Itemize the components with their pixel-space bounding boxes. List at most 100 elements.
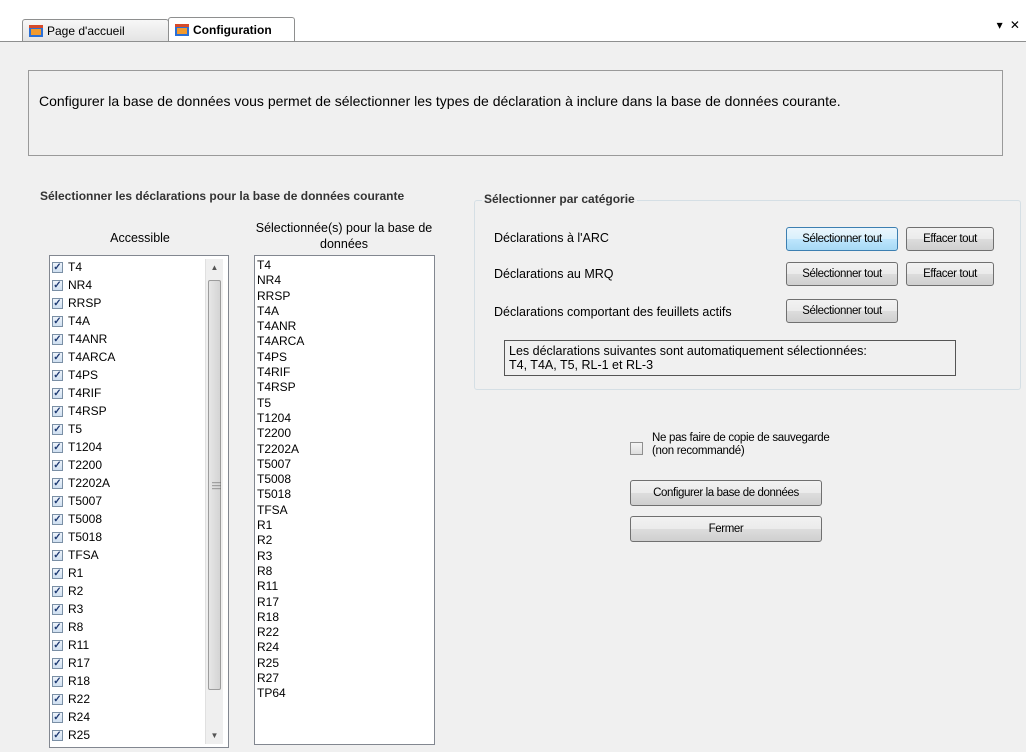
checkbox-checked-icon[interactable]: ✓ [52,477,63,489]
accessible-scrollbar[interactable]: ▲ — — — ▼ [205,259,223,744]
selected-listbox[interactable]: T4 NR4 RRSP T4A T4ANR T4ARCA T4PS T4RIF T4RSP T5 T… [254,255,435,745]
accessible-list-item[interactable]: ✓ T4A [50,312,228,330]
selected-list-item[interactable]: T5008 [255,472,434,487]
checkbox-checked-icon[interactable]: ✓ [52,423,63,435]
accessible-list-item[interactable]: ✓ TFSA [50,546,228,564]
accessible-list-item[interactable]: ✓ R2 [50,582,228,600]
checkbox-checked-icon[interactable]: ✓ [52,549,63,561]
selected-list-item[interactable]: T2202A [255,442,434,457]
selected-list-item[interactable]: R25 [255,656,434,671]
accessible-list-item[interactable]: ✓ R1 [50,564,228,582]
configure-database-button[interactable]: Configurer la base de données [630,480,822,506]
accessible-list-item[interactable]: ✓ R25 [50,726,228,744]
checkbox-checked-icon[interactable]: ✓ [52,639,63,651]
checkbox-checked-icon[interactable]: ✓ [52,297,63,309]
accessible-list-item[interactable]: ✓ T5018 [50,528,228,546]
selected-list-item[interactable]: R22 [255,625,434,640]
selected-list-item[interactable]: T4ARCA [255,334,434,349]
accessible-list-item[interactable]: ✓ T1204 [50,438,228,456]
mrq-clear-all-button[interactable]: Effacer tout [906,262,994,286]
no-backup-checkbox[interactable] [630,442,643,455]
checkbox-checked-icon[interactable]: ✓ [52,279,63,291]
checkbox-checked-icon[interactable]: ✓ [52,387,63,399]
tab-configuration[interactable]: Configuration [168,17,295,41]
accessible-list-item[interactable]: ✓ T4RSP [50,402,228,420]
checkbox-checked-icon[interactable]: ✓ [52,495,63,507]
selected-list-item[interactable]: T2200 [255,426,434,441]
selected-list-item[interactable]: T1204 [255,411,434,426]
accessible-list-item[interactable]: ✓ T5008 [50,510,228,528]
selected-list-item[interactable]: R8 [255,564,434,579]
selected-list-item[interactable]: TFSA [255,503,434,518]
selected-list-item[interactable]: R2 [255,533,434,548]
selected-list-item[interactable]: R11 [255,579,434,594]
accessible-list-item[interactable]: ✓ R3 [50,600,228,618]
selected-list-item[interactable]: T4 [255,258,434,273]
selected-list-item[interactable]: T4A [255,304,434,319]
accessible-list-item[interactable]: ✓ R8 [50,618,228,636]
arc-select-all-button[interactable]: Sélectionner tout [786,227,898,251]
accessible-list-item[interactable]: ✓ T2202A [50,474,228,492]
accessible-list-item[interactable]: ✓ T2200 [50,456,228,474]
active-slips-select-all-button[interactable]: Sélectionner tout [786,299,898,323]
checkbox-checked-icon[interactable]: ✓ [52,369,63,381]
checkbox-checked-icon[interactable]: ✓ [52,567,63,579]
accessible-list-item[interactable]: ✓ T4ARCA [50,348,228,366]
accessible-list-item[interactable]: ✓ NR4 [50,276,228,294]
selected-list-item[interactable]: NR4 [255,273,434,288]
mrq-select-all-button[interactable]: Sélectionner tout [786,262,898,286]
checkbox-checked-icon[interactable]: ✓ [52,675,63,687]
accessible-list-item[interactable]: ✓ R11 [50,636,228,654]
selected-list-item[interactable]: T5018 [255,487,434,502]
window-controls[interactable]: ▾ ✕ [997,18,1022,32]
checkbox-checked-icon[interactable]: ✓ [52,657,63,669]
scroll-thumb[interactable]: — — — [208,280,221,690]
selected-list-item[interactable]: TP64 [255,686,434,701]
checkbox-checked-icon[interactable]: ✓ [52,531,63,543]
checkbox-checked-icon[interactable]: ✓ [52,405,63,417]
arc-clear-all-button[interactable]: Effacer tout [906,227,994,251]
selected-list-item[interactable]: RRSP [255,289,434,304]
selected-list-item[interactable]: T5007 [255,457,434,472]
selected-list-item[interactable]: R17 [255,595,434,610]
scroll-up-icon[interactable]: ▲ [206,259,223,276]
checkbox-checked-icon[interactable]: ✓ [52,513,63,525]
checkbox-checked-icon[interactable]: ✓ [52,333,63,345]
selected-list-item[interactable]: R18 [255,610,434,625]
accessible-list-item[interactable]: ✓ R24 [50,708,228,726]
checkbox-checked-icon[interactable]: ✓ [52,315,63,327]
checkbox-checked-icon[interactable]: ✓ [52,585,63,597]
selected-list-item[interactable]: T4RSP [255,380,434,395]
tab-page-accueil[interactable]: Page d'accueil [22,19,169,41]
selected-list-item[interactable]: R1 [255,518,434,533]
checkbox-checked-icon[interactable]: ✓ [52,621,63,633]
selected-list-item[interactable]: R3 [255,549,434,564]
selected-list-item[interactable]: R27 [255,671,434,686]
selected-list-item[interactable]: T4RIF [255,365,434,380]
checkbox-checked-icon[interactable]: ✓ [52,603,63,615]
checkbox-checked-icon[interactable]: ✓ [52,711,63,723]
close-button[interactable]: Fermer [630,516,822,542]
selected-list-item[interactable]: T4PS [255,350,434,365]
scroll-down-icon[interactable]: ▼ [206,727,223,744]
selected-list-item[interactable]: T4ANR [255,319,434,334]
checkbox-checked-icon[interactable]: ✓ [52,441,63,453]
checkbox-checked-icon[interactable]: ✓ [52,351,63,363]
accessible-listbox[interactable]: ✓ T4 ✓ NR4 ✓ RRSP ✓ T4A ✓ T4ANR ✓ T4ARCA ✓ T4PS ✓ T4RIF… [49,255,229,748]
checkbox-checked-icon[interactable]: ✓ [52,459,63,471]
accessible-list-item[interactable]: ✓ R18 [50,672,228,690]
accessible-list-item[interactable]: ✓ T4RIF [50,384,228,402]
checkbox-checked-icon[interactable]: ✓ [52,261,63,273]
selected-list-item[interactable]: T5 [255,396,434,411]
checkbox-checked-icon[interactable]: ✓ [52,729,63,741]
accessible-list-item[interactable]: ✓ T4ANR [50,330,228,348]
accessible-list-item[interactable]: ✓ T4PS [50,366,228,384]
accessible-list-item[interactable]: ✓ T5 [50,420,228,438]
accessible-list-item[interactable]: ✓ R17 [50,654,228,672]
accessible-list-item[interactable]: ✓ RRSP [50,294,228,312]
accessible-list-item[interactable]: ✓ T5007 [50,492,228,510]
accessible-list-item[interactable]: ✓ T4 [50,258,228,276]
accessible-list-item[interactable]: ✓ R22 [50,690,228,708]
checkbox-checked-icon[interactable]: ✓ [52,693,63,705]
selected-list-item[interactable]: R24 [255,640,434,655]
